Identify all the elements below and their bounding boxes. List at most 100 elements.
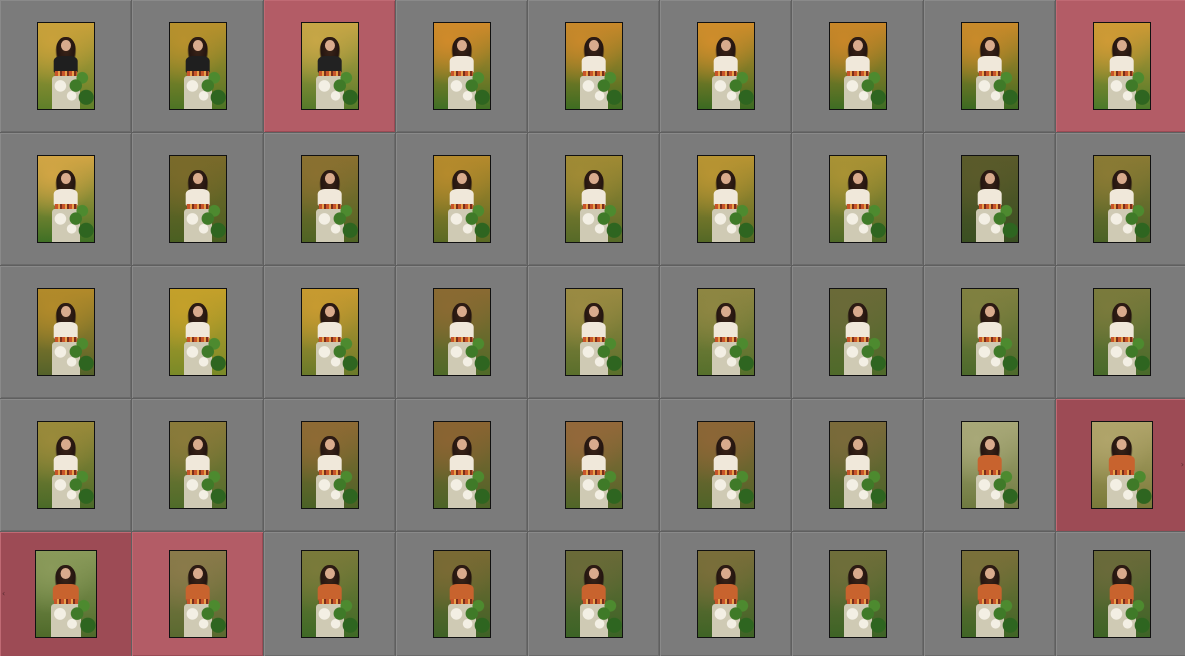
photo-thumbnail[interactable] <box>300 288 359 376</box>
photo-thumbnail[interactable] <box>36 155 95 243</box>
grid-cell[interactable] <box>792 0 923 132</box>
grid-cell[interactable] <box>1056 0 1185 132</box>
photo-thumbnail[interactable] <box>828 421 887 509</box>
photo-thumbnail[interactable] <box>168 155 227 243</box>
foliage <box>992 336 1018 375</box>
photo-thumbnail[interactable] <box>168 22 227 110</box>
photo-thumbnail[interactable] <box>432 288 491 376</box>
grid-cell[interactable] <box>660 133 791 265</box>
photo-thumbnail[interactable] <box>34 550 97 638</box>
photo-thumbnail[interactable] <box>828 22 887 110</box>
grid-cell[interactable] <box>264 0 395 132</box>
grid-cell[interactable] <box>396 0 527 132</box>
grid-cell[interactable] <box>528 133 659 265</box>
grid-cell[interactable]: ‹ <box>0 532 131 656</box>
grid-cell[interactable] <box>396 399 527 531</box>
photo-thumbnail[interactable] <box>564 155 623 243</box>
foliage <box>596 469 622 508</box>
grid-cell[interactable] <box>264 532 395 656</box>
grid-cell[interactable] <box>528 0 659 132</box>
grid-cell[interactable] <box>396 532 527 656</box>
photo-thumbnail[interactable] <box>432 22 491 110</box>
photo-thumbnail[interactable] <box>1092 288 1151 376</box>
photo-thumbnail[interactable] <box>696 421 755 509</box>
grid-cell[interactable] <box>792 399 923 531</box>
photo-thumbnail[interactable] <box>696 22 755 110</box>
grid-cell[interactable] <box>792 266 923 398</box>
photo-thumbnail[interactable] <box>564 550 623 638</box>
grid-cell[interactable] <box>924 133 1055 265</box>
foliage <box>992 70 1018 109</box>
grid-cell[interactable] <box>792 133 923 265</box>
grid-cell[interactable] <box>1056 266 1185 398</box>
photo-thumbnail[interactable] <box>1092 22 1151 110</box>
grid-cell[interactable] <box>264 399 395 531</box>
photo-thumbnail[interactable] <box>564 22 623 110</box>
grid-cell[interactable] <box>0 266 131 398</box>
photo-thumbnail[interactable] <box>300 155 359 243</box>
photo-thumbnail[interactable] <box>300 22 359 110</box>
grid-cell[interactable] <box>132 399 263 531</box>
photo-thumbnail[interactable] <box>564 288 623 376</box>
foliage <box>1124 70 1150 109</box>
grid-cell[interactable]: › <box>1056 399 1185 531</box>
grid-cell[interactable] <box>0 133 131 265</box>
foliage <box>992 598 1018 637</box>
photo-thumbnail[interactable] <box>828 155 887 243</box>
photo-thumbnail[interactable] <box>432 155 491 243</box>
photo-thumbnail[interactable] <box>1092 550 1151 638</box>
photo-thumbnail[interactable] <box>300 550 359 638</box>
photo-thumbnail[interactable] <box>960 421 1019 509</box>
photo-thumbnail[interactable] <box>564 421 623 509</box>
grid-cell[interactable] <box>924 532 1055 656</box>
photo-thumbnail[interactable] <box>168 550 227 638</box>
grid-cell[interactable] <box>660 266 791 398</box>
photo-thumbnail[interactable] <box>168 421 227 509</box>
photo-thumbnail[interactable] <box>36 288 95 376</box>
grid-cell[interactable] <box>1056 532 1185 656</box>
photo-thumbnail[interactable] <box>432 550 491 638</box>
photo-thumbnail[interactable] <box>1090 421 1153 509</box>
photo-thumbnail[interactable] <box>168 288 227 376</box>
grid-cell[interactable] <box>660 0 791 132</box>
grid-cell[interactable] <box>132 0 263 132</box>
photo-thumbnail[interactable] <box>960 550 1019 638</box>
grid-cell[interactable] <box>132 133 263 265</box>
foliage <box>200 336 226 375</box>
grid-cell[interactable] <box>924 399 1055 531</box>
grid-cell[interactable] <box>264 266 395 398</box>
grid-cell[interactable] <box>132 266 263 398</box>
photo-thumbnail[interactable] <box>432 421 491 509</box>
chevron-right-icon[interactable]: › <box>1181 461 1184 469</box>
grid-cell[interactable] <box>396 133 527 265</box>
grid-cell[interactable] <box>528 266 659 398</box>
grid-cell[interactable] <box>0 0 131 132</box>
grid-cell[interactable] <box>528 399 659 531</box>
photo-thumbnail[interactable] <box>696 155 755 243</box>
grid-cell[interactable] <box>1056 133 1185 265</box>
photo-thumbnail[interactable] <box>960 155 1019 243</box>
chevron-left-icon[interactable]: ‹ <box>2 590 5 598</box>
grid-cell[interactable] <box>396 266 527 398</box>
photo-thumbnail[interactable] <box>696 550 755 638</box>
photo-thumbnail[interactable] <box>828 288 887 376</box>
photo-thumbnail[interactable] <box>1092 155 1151 243</box>
grid-cell[interactable] <box>924 0 1055 132</box>
photo-thumbnail[interactable] <box>960 288 1019 376</box>
foliage <box>464 336 490 375</box>
grid-cell[interactable] <box>924 266 1055 398</box>
photo-thumbnail[interactable] <box>960 22 1019 110</box>
photo-thumbnail[interactable] <box>696 288 755 376</box>
photo-thumbnail[interactable] <box>36 421 95 509</box>
photo-thumbnail[interactable] <box>828 550 887 638</box>
grid-cell[interactable] <box>792 532 923 656</box>
grid-cell[interactable] <box>528 532 659 656</box>
photo-thumbnail[interactable] <box>300 421 359 509</box>
grid-cell[interactable] <box>660 399 791 531</box>
grid-cell[interactable] <box>132 532 263 656</box>
photo-thumbnail[interactable] <box>36 22 95 110</box>
grid-cell[interactable] <box>660 532 791 656</box>
grid-cell[interactable] <box>264 133 395 265</box>
grid-cell[interactable] <box>0 399 131 531</box>
foliage <box>728 70 754 109</box>
